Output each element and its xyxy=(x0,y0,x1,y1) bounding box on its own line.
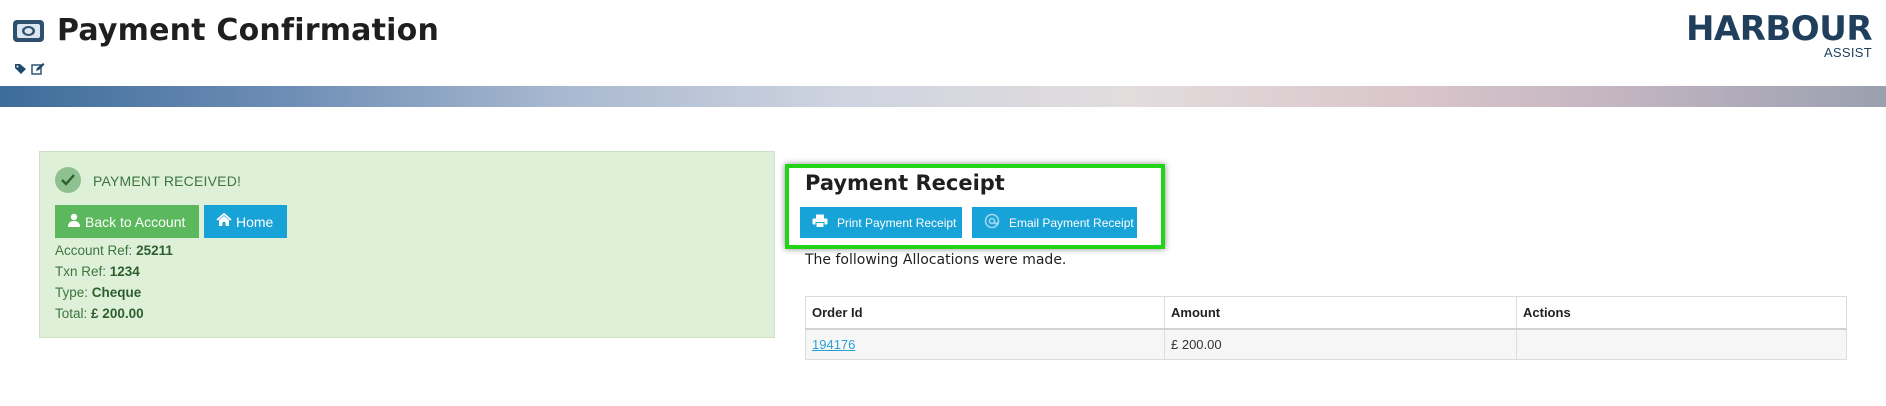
txn-ref-value: 1234 xyxy=(109,264,140,279)
page-header: Payment Confirmation HARBOUR ASSIST xyxy=(0,0,1886,86)
type-label: Type: xyxy=(55,285,89,300)
header-gradient-bar xyxy=(0,86,1886,107)
check-circle-icon xyxy=(55,167,81,193)
home-icon xyxy=(216,212,236,230)
payment-received-message: PAYMENT RECEIVED! xyxy=(93,173,242,189)
account-ref-value: 25211 xyxy=(136,243,173,258)
column-header-amount: Amount xyxy=(1164,296,1517,330)
txn-ref-label: Txn Ref: xyxy=(55,264,107,279)
account-ref-line: Account Ref: 25211 xyxy=(55,243,173,258)
email-payment-receipt-label: Email Payment Receipt xyxy=(1009,215,1134,230)
actions-cell xyxy=(1516,328,1847,360)
table-header-row: Order Id Amount Actions xyxy=(805,296,1847,330)
money-bill-icon xyxy=(12,19,45,43)
print-payment-receipt-button[interactable]: Print Payment Receipt xyxy=(800,207,962,238)
logo-sub-text: ASSIST xyxy=(1823,45,1872,60)
type-value: Cheque xyxy=(91,285,142,300)
back-to-account-label: Back to Account xyxy=(85,213,186,230)
user-icon xyxy=(67,213,85,230)
payment-success-panel: PAYMENT RECEIVED! Back to Account Home A… xyxy=(39,151,775,338)
allocations-text: The following Allocations were made. xyxy=(805,252,1067,268)
logo-main-text: HARBOUR xyxy=(1685,9,1873,49)
tags-icon[interactable] xyxy=(14,63,28,77)
column-header-order-id: Order Id xyxy=(805,296,1165,330)
total-line: Total: £ 200.00 xyxy=(55,306,144,321)
page-title: Payment Confirmation xyxy=(57,13,440,48)
amount-cell: £ 200.00 xyxy=(1164,328,1517,360)
print-icon xyxy=(812,214,837,231)
column-header-actions: Actions xyxy=(1516,296,1847,330)
edit-icon[interactable] xyxy=(31,63,45,77)
total-label: Total: xyxy=(55,306,88,321)
at-sign-icon xyxy=(984,213,1009,232)
email-payment-receipt-button[interactable]: Email Payment Receipt xyxy=(972,207,1137,238)
total-value: £ 200.00 xyxy=(91,306,144,321)
table-row: 194176 £ 200.00 xyxy=(805,328,1847,360)
txn-ref-line: Txn Ref: 1234 xyxy=(55,264,140,279)
home-label: Home xyxy=(236,213,274,230)
print-payment-receipt-label: Print Payment Receipt xyxy=(837,215,957,230)
payment-receipt-title: Payment Receipt xyxy=(805,171,1005,195)
home-button[interactable]: Home xyxy=(204,205,287,238)
harbour-assist-logo: HARBOUR ASSIST xyxy=(1686,9,1873,60)
allocations-table: Order Id Amount Actions 194176 £ 200.00 xyxy=(805,296,1847,360)
order-id-cell: 194176 xyxy=(805,328,1165,360)
account-ref-label: Account Ref: xyxy=(55,243,133,258)
title-toolbar xyxy=(14,63,45,77)
order-id-link[interactable]: 194176 xyxy=(812,337,855,352)
type-line: Type: Cheque xyxy=(55,285,141,300)
back-to-account-button[interactable]: Back to Account xyxy=(55,205,199,238)
